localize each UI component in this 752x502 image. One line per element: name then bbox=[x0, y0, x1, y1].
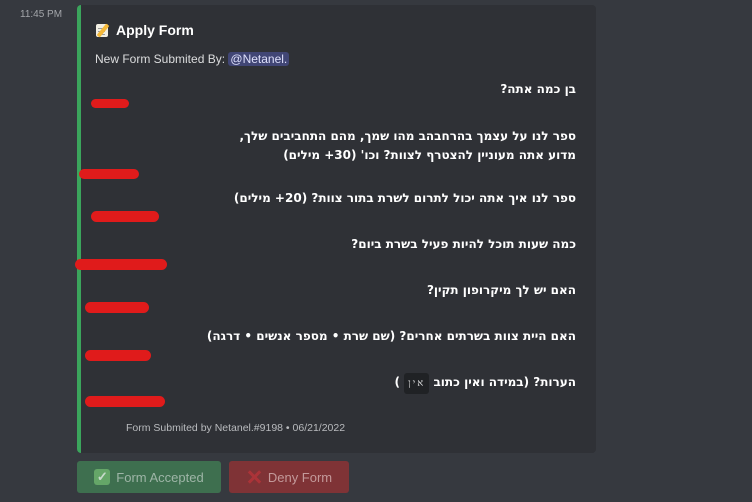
field-age-question: בן כמה אתה? bbox=[500, 82, 576, 96]
embed-description: New Form Submited By: @Netanel. bbox=[95, 52, 290, 66]
embed-title: Apply Form bbox=[95, 22, 194, 38]
field-other-servers-question: האם היית צוות בשרתים אחרים? (שם שרת • מס… bbox=[206, 329, 576, 343]
embed-title-text: Apply Form bbox=[116, 22, 194, 38]
message-timestamp: 11:45 PM bbox=[20, 9, 63, 20]
redaction-mark bbox=[85, 396, 165, 407]
embed-footer: Form Submited by Netanel.#9198 • 06/21/2… bbox=[126, 422, 346, 434]
memo-icon bbox=[95, 22, 111, 38]
check-icon: ✓ bbox=[94, 469, 111, 485]
notes-close-paren: ) bbox=[394, 375, 400, 389]
field-contribute-question: ספר לנו איך אתה יכול לתרום לשרת בתור צוו… bbox=[233, 191, 576, 205]
field-microphone-question: האם יש לך מיקרופון תקין? bbox=[426, 283, 576, 297]
inline-code: אין bbox=[404, 373, 430, 394]
redaction-mark bbox=[75, 259, 167, 270]
x-icon bbox=[246, 469, 262, 485]
field-notes-question: הערות? (במידה ואין כתוב אין ) bbox=[394, 373, 576, 394]
deny-label: Deny Form bbox=[267, 469, 333, 485]
redaction-mark bbox=[91, 99, 129, 108]
redaction-mark bbox=[85, 302, 149, 313]
redaction-mark bbox=[85, 350, 151, 361]
redaction-mark bbox=[79, 169, 139, 179]
user-mention[interactable]: @Netanel. bbox=[228, 52, 290, 66]
notes-question-text: הערות? (במידה ואין כתוב bbox=[433, 375, 576, 389]
field-about-question: ספר לנו על עצמך בהרחבהב מהו שמך, מהם התח… bbox=[239, 129, 577, 162]
deny-form-button[interactable]: Deny Form bbox=[229, 461, 349, 493]
redaction-mark bbox=[91, 211, 159, 222]
accept-label: Form Accepted bbox=[116, 469, 204, 485]
field-hours-question: כמה שעות תוכל להיות פעיל בשרת ביום? bbox=[351, 237, 576, 251]
apply-form-embed: Apply Form New Form Submited By: @Netane… bbox=[75, 5, 596, 453]
form-accepted-button[interactable]: ✓ Form Accepted bbox=[77, 461, 221, 493]
description-prefix: New Form Submited By: bbox=[95, 52, 226, 66]
